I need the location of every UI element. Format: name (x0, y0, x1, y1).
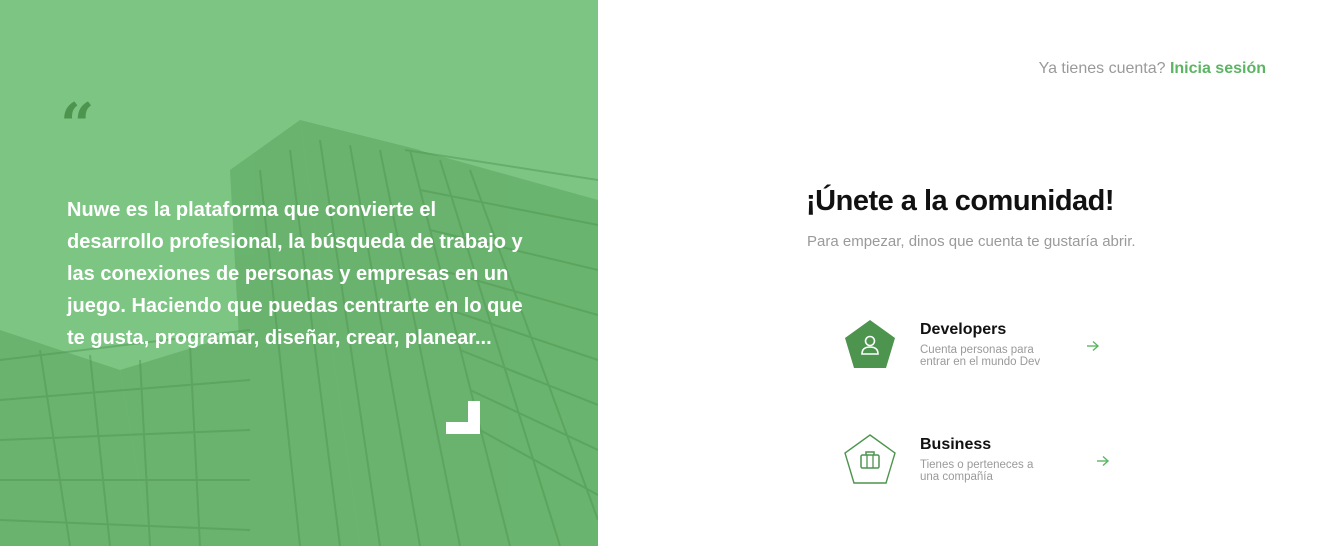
arrow-right-icon[interactable] (1096, 455, 1110, 467)
page-subtitle: Para empezar, dinos que cuenta te gustar… (807, 233, 1136, 250)
user-icon (845, 320, 895, 368)
login-prompt: Ya tienes cuenta? Inicia sesión (1039, 60, 1266, 78)
login-prompt-text: Ya tienes cuenta? (1038, 60, 1166, 77)
arrow-right-icon[interactable] (1086, 340, 1100, 352)
quote-icon: “ (60, 91, 94, 161)
business-description: Tienes o perteneces a una compañía (920, 459, 1034, 483)
testimonial-text: Nuwe es la plataforma que convierte el d… (67, 199, 523, 349)
developers-option[interactable]: Developers Cuenta personas para entrar e… (842, 318, 1112, 374)
login-link[interactable]: Inicia sesión (1170, 60, 1266, 77)
testimonial-panel: “ Nuwe es la plataforma que convierte el… (0, 0, 598, 546)
business-option[interactable]: Business Tienes o perteneces a una compa… (842, 433, 1112, 489)
page-title: ¡Únete a la comunidad! (806, 185, 1115, 217)
briefcase-icon (844, 434, 896, 484)
business-title: Business (920, 436, 992, 453)
developers-description: Cuenta personas para entrar en el mundo … (920, 344, 1041, 368)
corner-bracket-icon (446, 401, 480, 434)
developers-title: Developers (920, 321, 1007, 338)
